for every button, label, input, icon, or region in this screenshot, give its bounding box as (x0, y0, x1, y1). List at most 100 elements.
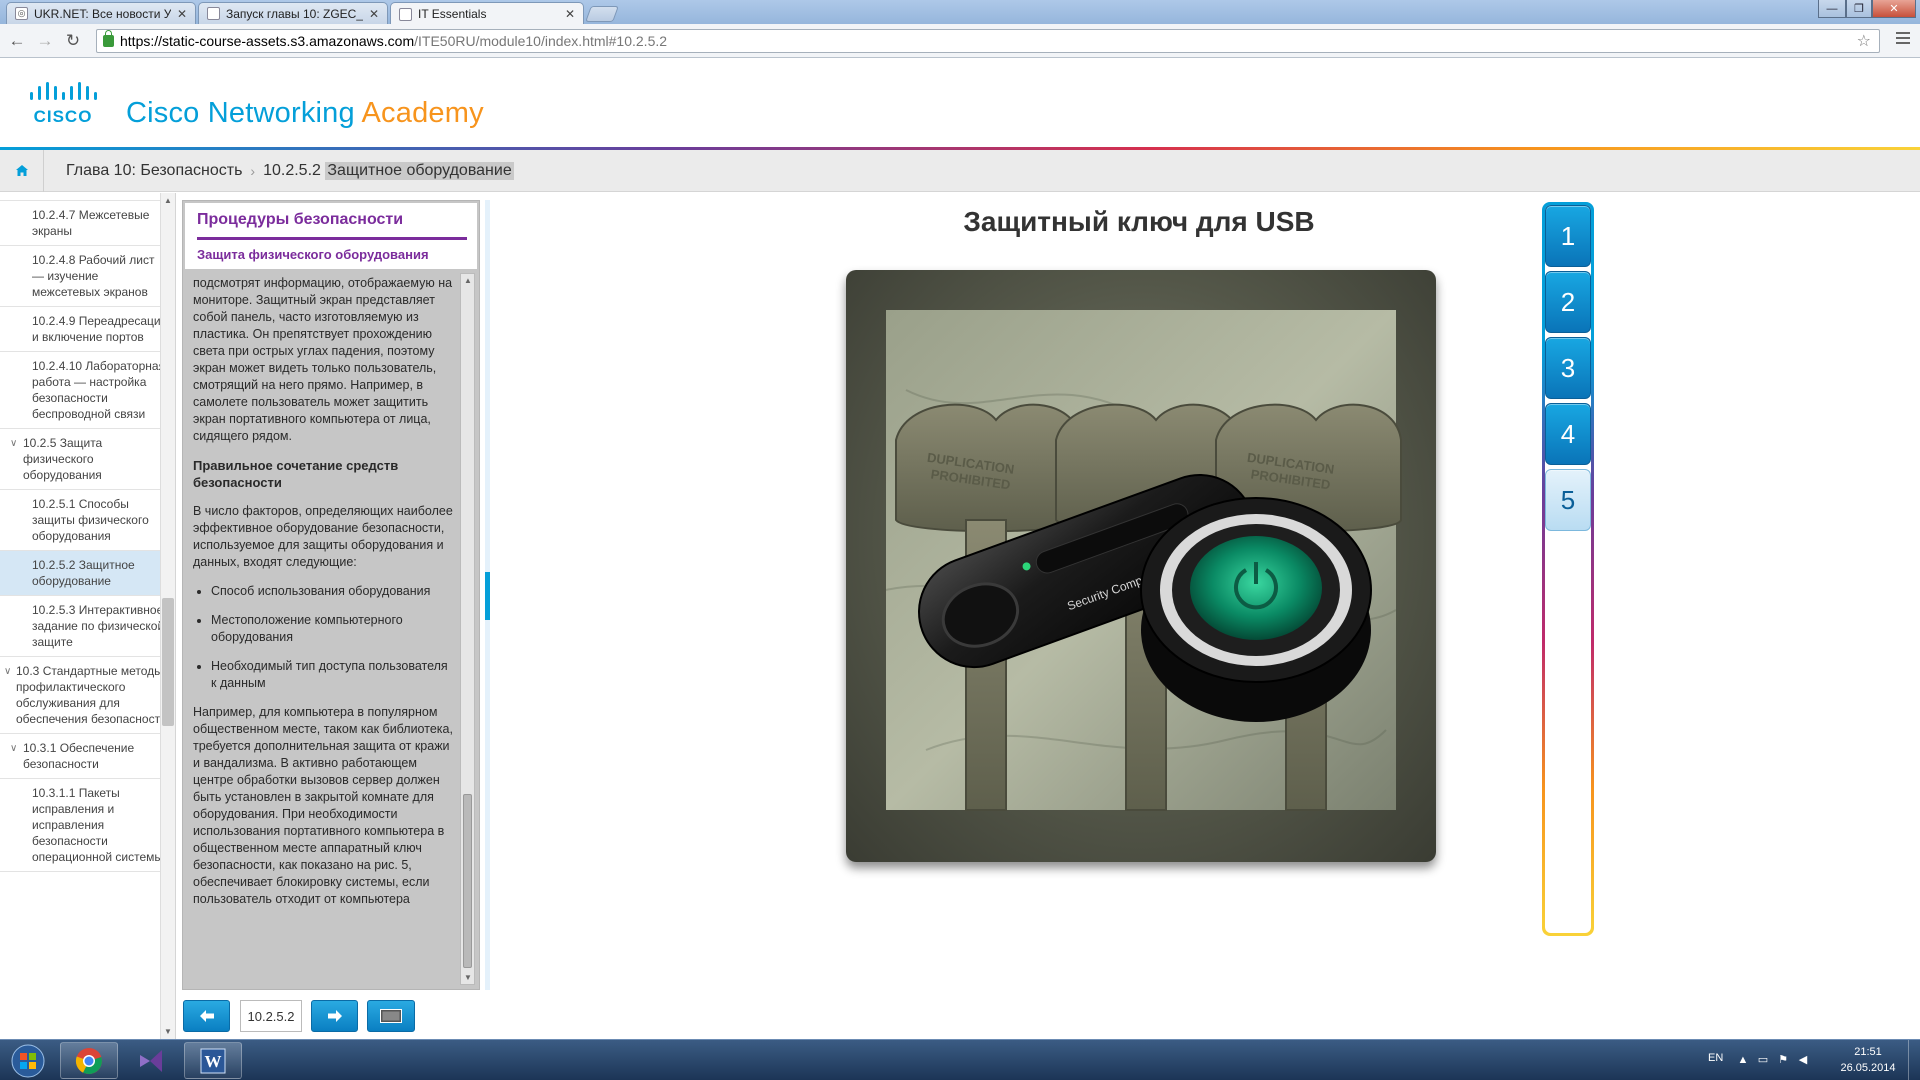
scroll-up-icon[interactable]: ▲ (164, 196, 172, 205)
toc-item-10-3-1[interactable]: ∨ 10.3.1 Обеспечение безопасности (0, 734, 175, 779)
toc-scrollbar[interactable]: ▲ ▼ (160, 193, 175, 1039)
word-icon: W (200, 1048, 226, 1073)
lock-button-puck (1140, 497, 1372, 722)
windows-logo-icon (11, 1044, 45, 1077)
content-panel: Процедуры безопасности Защита физическог… (182, 200, 480, 990)
toc-item-label: 10.2.5.2 Защитное оборудование (32, 558, 135, 588)
page-number-field[interactable]: 10.2.5.2 (240, 1000, 302, 1032)
fullscreen-button[interactable] (367, 1000, 415, 1032)
toc-item-10-3-1-1[interactable]: 10.3.1.1 Пакеты исправления и исправлени… (0, 779, 175, 872)
usb-key-illustration: DUPLICATION PROHIBITED DUPLICATION PROHI… (885, 310, 1402, 811)
taskbar-chrome[interactable] (60, 1042, 118, 1079)
toc-item-label: 10.2.5.1 Способы защиты физического обор… (32, 497, 149, 543)
url-host: https://static-course-assets.s3.amazonaw… (120, 33, 415, 49)
academy-title-main: Cisco Networking (126, 97, 355, 129)
taskbar-visual-studio[interactable] (122, 1042, 180, 1079)
figure-3-button[interactable]: 3 (1545, 337, 1591, 399)
maximize-button[interactable]: ❐ (1846, 0, 1872, 18)
action-center-flag-icon[interactable]: ⚑ (1776, 1054, 1790, 1066)
url-path: /ITE50RU/module10/index.html#10.2.5.2 (414, 33, 668, 49)
screen: { "browser": { "tabs": [ {"label": "UKR.… (0, 0, 1920, 1080)
panel-subtitle: Защита физического оборудования (197, 247, 429, 262)
right-arrow-icon (327, 1010, 342, 1022)
bookmark-star-icon[interactable]: ☆ (1857, 31, 1871, 51)
scroll-up-icon[interactable]: ▲ (464, 276, 472, 285)
expanded-caret-icon[interactable]: ∨ (10, 436, 17, 452)
toc-item-label: 10.2.4.9 Переадресация и включение порто… (32, 314, 168, 344)
reload-icon[interactable]: ↻ (62, 31, 84, 51)
toc-item-10-3[interactable]: ∨ 10.3 Стандартные методы профилактическо… (0, 657, 175, 734)
close-tab-icon[interactable]: ✕ (565, 7, 575, 21)
visual-studio-icon (140, 1049, 162, 1072)
panel-scrollbar[interactable]: ▲ ▼ (460, 273, 475, 985)
page-icon (399, 7, 412, 21)
minimize-button[interactable]: — (1818, 0, 1846, 18)
figure-pager: 1 2 3 4 5 (1542, 202, 1594, 936)
home-button[interactable] (0, 149, 44, 192)
address-bar[interactable]: https://static-course-assets.s3.amazonaw… (96, 29, 1880, 53)
browser-tab-chapter-launch[interactable]: Запуск главы 10: ZGEC_G ✕ (198, 2, 388, 24)
window-close-button[interactable]: ✕ (1872, 0, 1916, 18)
toc-item-label: 10.2.4.8 Рабочий лист — изучение межсете… (32, 253, 155, 299)
toc-item-10-2-4-8[interactable]: 10.2.4.8 Рабочий лист — изучение межсете… (0, 246, 175, 307)
expanded-caret-icon[interactable]: ∨ (10, 741, 17, 757)
scroll-down-icon[interactable]: ▼ (164, 1027, 172, 1036)
forward-arrow-icon[interactable]: → (34, 31, 56, 51)
toc-partial-item (0, 193, 175, 201)
next-page-button[interactable] (311, 1000, 358, 1032)
splitter-handle[interactable] (485, 572, 490, 620)
panel-scroll-thumb[interactable] (463, 794, 472, 968)
panel-splitter[interactable] (485, 200, 490, 990)
toc-item-10-2-5-3[interactable]: 10.2.5.3 Интерактивное задание по физиче… (0, 596, 175, 657)
taskbar-word[interactable]: W (184, 1042, 242, 1079)
home-icon (15, 165, 28, 176)
panel-header: Процедуры безопасности Защита физическог… (185, 203, 477, 269)
toc-item-10-2-5-2[interactable]: 10.2.5.2 Защитное оборудование (0, 551, 175, 596)
toc-item-10-2-5[interactable]: ∨ 10.2.5 Защита физического оборудования (0, 429, 175, 490)
breadcrumb-section-number: 10.2.5.2 (263, 161, 321, 179)
browser-menu-icon[interactable] (1896, 32, 1910, 48)
show-hidden-icons-icon[interactable]: ▲ (1736, 1054, 1750, 1066)
toc-item-label: 10.3.1 Обеспечение безопасности (23, 741, 135, 771)
close-tab-icon[interactable]: ✕ (369, 7, 379, 21)
network-icon[interactable]: ▭ (1756, 1054, 1770, 1066)
scroll-down-icon[interactable]: ▼ (464, 973, 472, 982)
panel-title-rule (197, 237, 467, 240)
panel-bullet-list: Способ использования оборудования Местоп… (211, 583, 455, 692)
show-desktop-button[interactable] (1908, 1040, 1920, 1080)
figure-4-button[interactable]: 4 (1545, 403, 1591, 465)
figure-1-button[interactable]: 1 (1545, 205, 1591, 267)
back-arrow-icon[interactable]: ← (6, 31, 28, 51)
toc-scroll-thumb[interactable] (162, 598, 174, 726)
figure-2-button[interactable]: 2 (1545, 271, 1591, 333)
browser-tab-ukrnet[interactable]: ◎ UKR.NET: Все новости Ук ✕ (6, 2, 196, 24)
cisco-logo-text: CISCO (34, 107, 93, 126)
figure-5-button[interactable]: 5 (1545, 469, 1591, 531)
toc-item-10-2-4-10[interactable]: 10.2.4.10 Лабораторная работа — настройк… (0, 352, 175, 429)
cisco-logo[interactable]: CISCO (28, 82, 104, 126)
toc-item-label: 10.2.4.10 Лабораторная работа — настройк… (32, 359, 166, 421)
breadcrumb-section-title: Защитное оборудование (325, 161, 514, 180)
globe-icon: ◎ (15, 7, 28, 20)
usb-security-key-image: DUPLICATION PROHIBITED DUPLICATION PROHI… (846, 270, 1436, 862)
previous-page-button[interactable] (183, 1000, 230, 1032)
browser-tab-it-essentials[interactable]: IT Essentials ✕ (390, 2, 584, 25)
expanded-caret-icon[interactable]: ∨ (4, 664, 11, 680)
start-button[interactable] (4, 1042, 52, 1079)
panel-paragraph: В число факторов, определяющих наиболее … (193, 504, 453, 569)
clock[interactable]: 21:51 26.05.2014 (1830, 1044, 1906, 1076)
breadcrumb-chapter[interactable]: Глава 10: Безопасность (66, 162, 242, 180)
toc-item-10-2-4-7[interactable]: 10.2.4.7 Межсетевые экраны (0, 201, 175, 246)
new-tab-button[interactable] (585, 6, 619, 22)
tab-label: Запуск главы 10: ZGEC_G (226, 6, 363, 21)
toc-item-10-2-5-1[interactable]: 10.2.5.1 Способы защиты физического обор… (0, 490, 175, 551)
toc-item-10-2-4-9[interactable]: 10.2.4.9 Переадресация и включение порто… (0, 307, 175, 352)
breadcrumb: Глава 10: Безопасность › 10.2.5.2 Защитн… (0, 149, 1920, 192)
volume-icon[interactable]: ◀ (1796, 1054, 1810, 1066)
toc-item-label: 10.3 Стандартные методы профилактическог… (16, 664, 167, 726)
screen-icon (380, 1009, 402, 1023)
close-tab-icon[interactable]: ✕ (177, 7, 187, 21)
language-indicator[interactable]: EN (1708, 1052, 1723, 1064)
site-header: CISCO Cisco Networking Academy (0, 58, 1920, 150)
toc-item-label: 10.3.1.1 Пакеты исправления и исправлени… (32, 786, 164, 864)
